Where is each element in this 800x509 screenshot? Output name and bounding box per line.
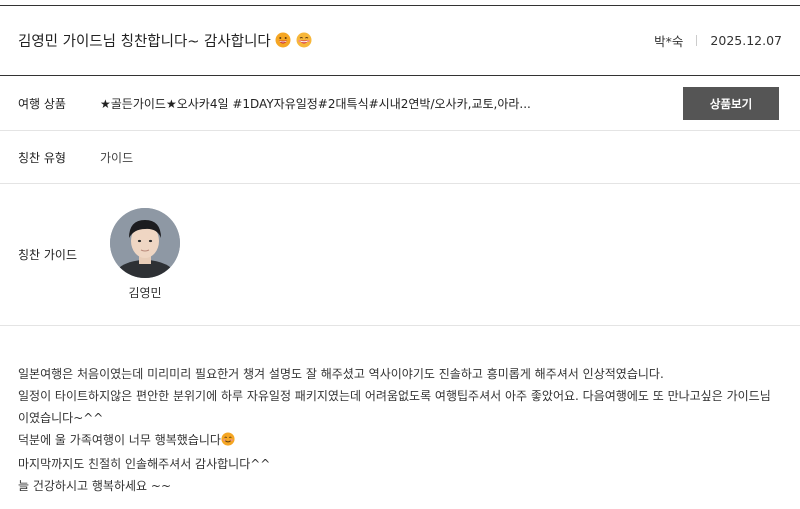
review-body-line: 일본여행은 처음이였는데 미리미리 필요한거 챙겨 설명도 잘 해주셨고 역사이… — [18, 367, 664, 381]
meta-divider — [696, 35, 698, 46]
praise-type-label: 칭찬 유형 — [18, 150, 66, 165]
review-header: 김영민 가이드님 칭찬합니다~ 감사합니다 박*숙 2025.12.07 — [0, 6, 800, 76]
review-body: 일본여행은 처음이였는데 미리미리 필요한거 챙겨 설명도 잘 해주셨고 역사이… — [18, 363, 776, 497]
review-meta: 박*숙 2025.12.07 — [654, 31, 782, 50]
guide-card[interactable]: 김영민 — [110, 208, 180, 301]
view-product-button[interactable]: 상품보기 — [683, 87, 779, 120]
review-date: 2025.12.07 — [710, 33, 782, 48]
praise-type-row: 칭찬 유형 가이드 — [0, 131, 800, 184]
product-label: 여행 상품 — [18, 97, 66, 111]
product-name: ★골든가이드★오사카4일 #1DAY자유일정#2대특식#시내2연박/오사카,교토… — [100, 97, 531, 111]
praise-guide-row: 칭찬 가이드 김영민 — [0, 184, 800, 326]
review-body-line: 마지막까지도 친절히 인솔해주셔서 감사합니다^^ — [18, 457, 271, 471]
review-title: 김영민 가이드님 칭찬합니다~ 감사합니다 — [18, 30, 654, 52]
review-title-text: 김영민 가이드님 칭찬합니다~ 감사합니다 — [18, 33, 271, 50]
review-body-line-text: 덕분에 울 가족여행이 너무 행복했습니다 — [18, 433, 221, 447]
guide-name: 김영민 — [128, 286, 162, 300]
praise-guide-label: 칭찬 가이드 — [18, 248, 78, 262]
review-author: 박*숙 — [654, 34, 684, 49]
guide-avatar — [110, 208, 180, 278]
review-body-line: 일정이 타이트하지않은 편안한 분위기에 하루 자유일정 패키지였는데 어려움없… — [18, 389, 771, 425]
grinning-face-icon — [275, 32, 291, 52]
review-detail: 김영민 가이드님 칭찬합니다~ 감사합니다 박*숙 2025.12.07 여행 … — [0, 0, 800, 509]
smiling-face-icon — [221, 431, 235, 453]
praise-type-value: 가이드 — [100, 150, 134, 165]
grinning-face-icon — [296, 32, 312, 52]
review-body-line: 늘 건강하시고 행복하세요 ~~ — [18, 479, 171, 493]
review-body-line: 덕분에 울 가족여행이 너무 행복했습니다 — [18, 429, 776, 453]
product-row: 여행 상품 ★골든가이드★오사카4일 #1DAY자유일정#2대특식#시내2연박/… — [0, 77, 800, 131]
